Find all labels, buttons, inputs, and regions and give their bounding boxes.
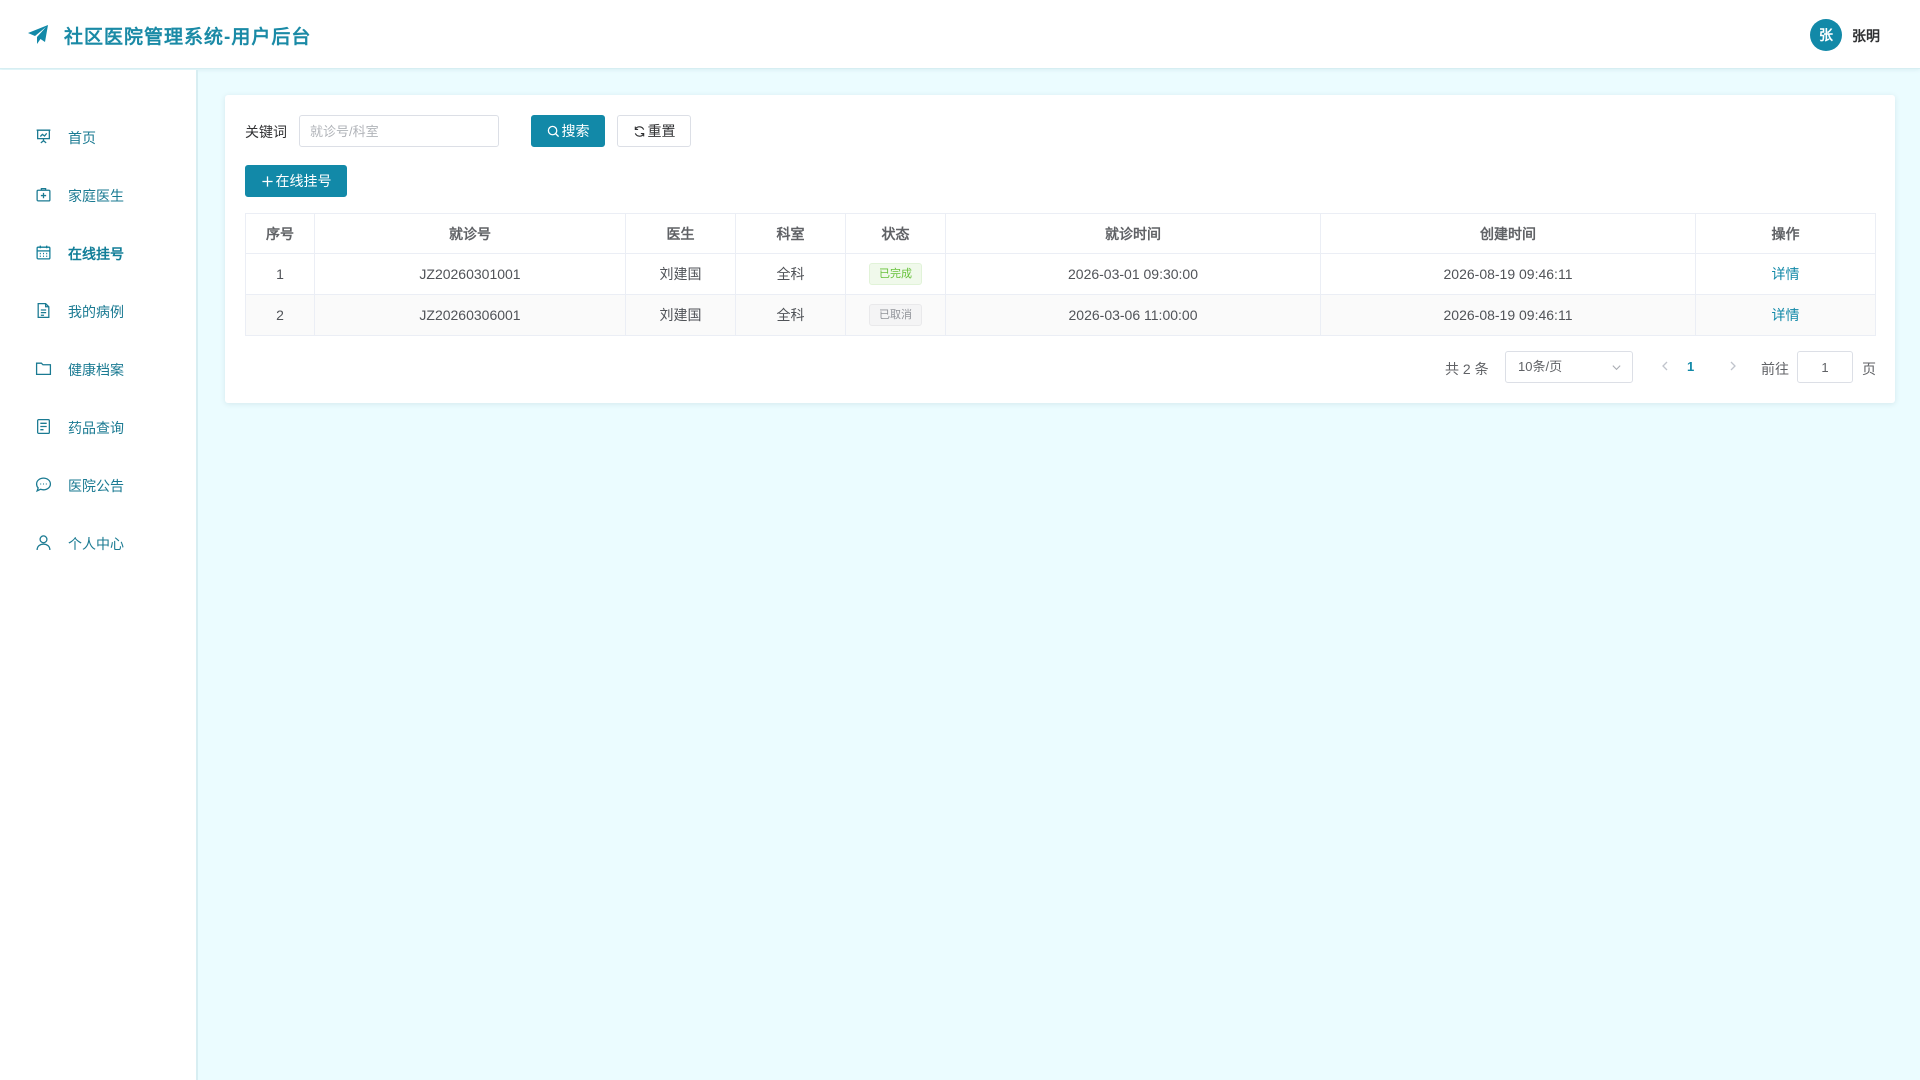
sidebar-item-my-cases[interactable]: 我的病例 xyxy=(0,290,196,330)
cell-status: 已完成 xyxy=(845,253,946,295)
page-suffix-label: 页 xyxy=(1862,361,1876,377)
cell-dept: 全科 xyxy=(735,253,846,295)
user-name[interactable]: 张明 xyxy=(1852,26,1880,46)
search-button-label: 搜索 xyxy=(561,123,590,139)
chat-bubble-icon xyxy=(35,477,52,493)
add-registration-button-label: 在线挂号 xyxy=(275,173,332,189)
cell-dept: 全科 xyxy=(735,294,846,336)
chevron-down-icon xyxy=(1612,365,1621,371)
cell-doctor: 刘建国 xyxy=(625,253,736,295)
user-icon xyxy=(36,535,51,550)
sidebar-item-home[interactable]: 首页 xyxy=(0,116,196,156)
sidebar-item-label: 首页 xyxy=(68,130,96,146)
medical-kit-icon xyxy=(36,188,51,202)
registration-table: 序号 就诊号 医生 科室 状态 就诊时间 创建时间 操作 1 JZ2026030… xyxy=(245,213,1876,336)
sidebar-item-health-records[interactable]: 健康档案 xyxy=(0,348,196,388)
column-header: 医生 xyxy=(625,213,736,254)
pagination-total: 共 2 条 xyxy=(1445,361,1489,377)
cell-visit-time: 2026-03-06 11:00:00 xyxy=(945,294,1321,336)
status-badge: 已完成 xyxy=(869,263,922,285)
chevron-left-icon[interactable] xyxy=(1657,358,1673,374)
table-header-row: 序号 就诊号 医生 科室 状态 就诊时间 创建时间 操作 xyxy=(245,213,1876,254)
table-row: 2 JZ20260306001 刘建国 全科 已取消 2026-03-06 11… xyxy=(245,294,1876,336)
sidebar-item-online-registration[interactable]: 在线挂号 xyxy=(0,232,196,272)
reset-button-label: 重置 xyxy=(647,123,676,139)
status-badge: 已取消 xyxy=(869,304,922,326)
sidebar: 首页 家庭医生 在线挂号 我的病例 健康档案 药品查询 医院公告 个人中心 xyxy=(0,70,198,1080)
sidebar-item-label: 家庭医生 xyxy=(68,188,124,204)
reset-button[interactable]: 重置 xyxy=(617,115,691,147)
keyword-search-input[interactable] xyxy=(299,115,499,147)
cell-index: 2 xyxy=(245,294,315,336)
sidebar-item-label: 药品查询 xyxy=(68,420,124,436)
presentation-board-icon xyxy=(36,129,51,144)
detail-link[interactable]: 详情 xyxy=(1772,307,1800,323)
paper-plane-icon xyxy=(28,25,48,44)
page-size-value: 10条/页 xyxy=(1518,359,1563,374)
document-icon xyxy=(37,302,50,319)
page-size-select[interactable]: 10条/页 xyxy=(1505,351,1633,383)
folder-icon xyxy=(35,362,52,375)
column-header: 创建时间 xyxy=(1320,213,1696,254)
sidebar-item-label: 在线挂号 xyxy=(68,246,124,262)
column-header: 就诊时间 xyxy=(945,213,1321,254)
keyword-label: 关键词 xyxy=(245,124,287,140)
sidebar-item-personal-center[interactable]: 个人中心 xyxy=(0,522,196,562)
table-row: 1 JZ20260301001 刘建国 全科 已完成 2026-03-01 09… xyxy=(245,253,1876,295)
goto-page-input[interactable] xyxy=(1797,351,1853,383)
sidebar-item-label: 健康档案 xyxy=(68,362,124,378)
sidebar-item-label: 个人中心 xyxy=(68,536,124,552)
sidebar-item-label: 我的病例 xyxy=(68,304,124,320)
sidebar-item-hospital-notice[interactable]: 医院公告 xyxy=(0,464,196,504)
calendar-icon xyxy=(36,245,51,260)
refresh-icon xyxy=(634,125,644,137)
cell-created-time: 2026-08-19 09:46:11 xyxy=(1320,253,1696,295)
column-header: 操作 xyxy=(1695,213,1876,254)
top-header: 社区医院管理系统-用户后台 张 张明 xyxy=(0,0,1920,69)
add-registration-button[interactable]: 在线挂号 xyxy=(245,165,347,197)
cell-action: 详情 xyxy=(1695,253,1876,295)
column-header: 序号 xyxy=(245,213,315,254)
column-header: 状态 xyxy=(845,213,946,254)
cell-created-time: 2026-08-19 09:46:11 xyxy=(1320,294,1696,336)
detail-link[interactable]: 详情 xyxy=(1772,266,1800,282)
cell-status: 已取消 xyxy=(845,294,946,336)
chevron-right-icon[interactable] xyxy=(1725,358,1741,374)
search-button[interactable]: 搜索 xyxy=(531,115,605,147)
list-document-icon xyxy=(37,418,50,435)
cell-visit-time: 2026-03-01 09:30:00 xyxy=(945,253,1321,295)
column-header: 科室 xyxy=(735,213,846,254)
avatar[interactable]: 张 xyxy=(1810,19,1842,51)
cell-index: 1 xyxy=(245,253,315,295)
column-header: 就诊号 xyxy=(314,213,626,254)
app-title: 社区医院管理系统-用户后台 xyxy=(64,27,312,48)
cell-action: 详情 xyxy=(1695,294,1876,336)
cell-visit-no: JZ20260306001 xyxy=(314,294,626,336)
plus-icon xyxy=(261,175,273,187)
sidebar-item-drug-search[interactable]: 药品查询 xyxy=(0,406,196,446)
page-number-current[interactable]: 1 xyxy=(1687,359,1694,374)
search-icon xyxy=(547,125,559,137)
sidebar-item-family-doctor[interactable]: 家庭医生 xyxy=(0,174,196,214)
goto-label: 前往 xyxy=(1761,361,1789,377)
cell-visit-no: JZ20260301001 xyxy=(314,253,626,295)
cell-doctor: 刘建国 xyxy=(625,294,736,336)
main-card: 关键词 搜索 重置 在线挂号 序号 就诊号 医生 科室 xyxy=(225,95,1895,403)
sidebar-item-label: 医院公告 xyxy=(68,478,124,494)
